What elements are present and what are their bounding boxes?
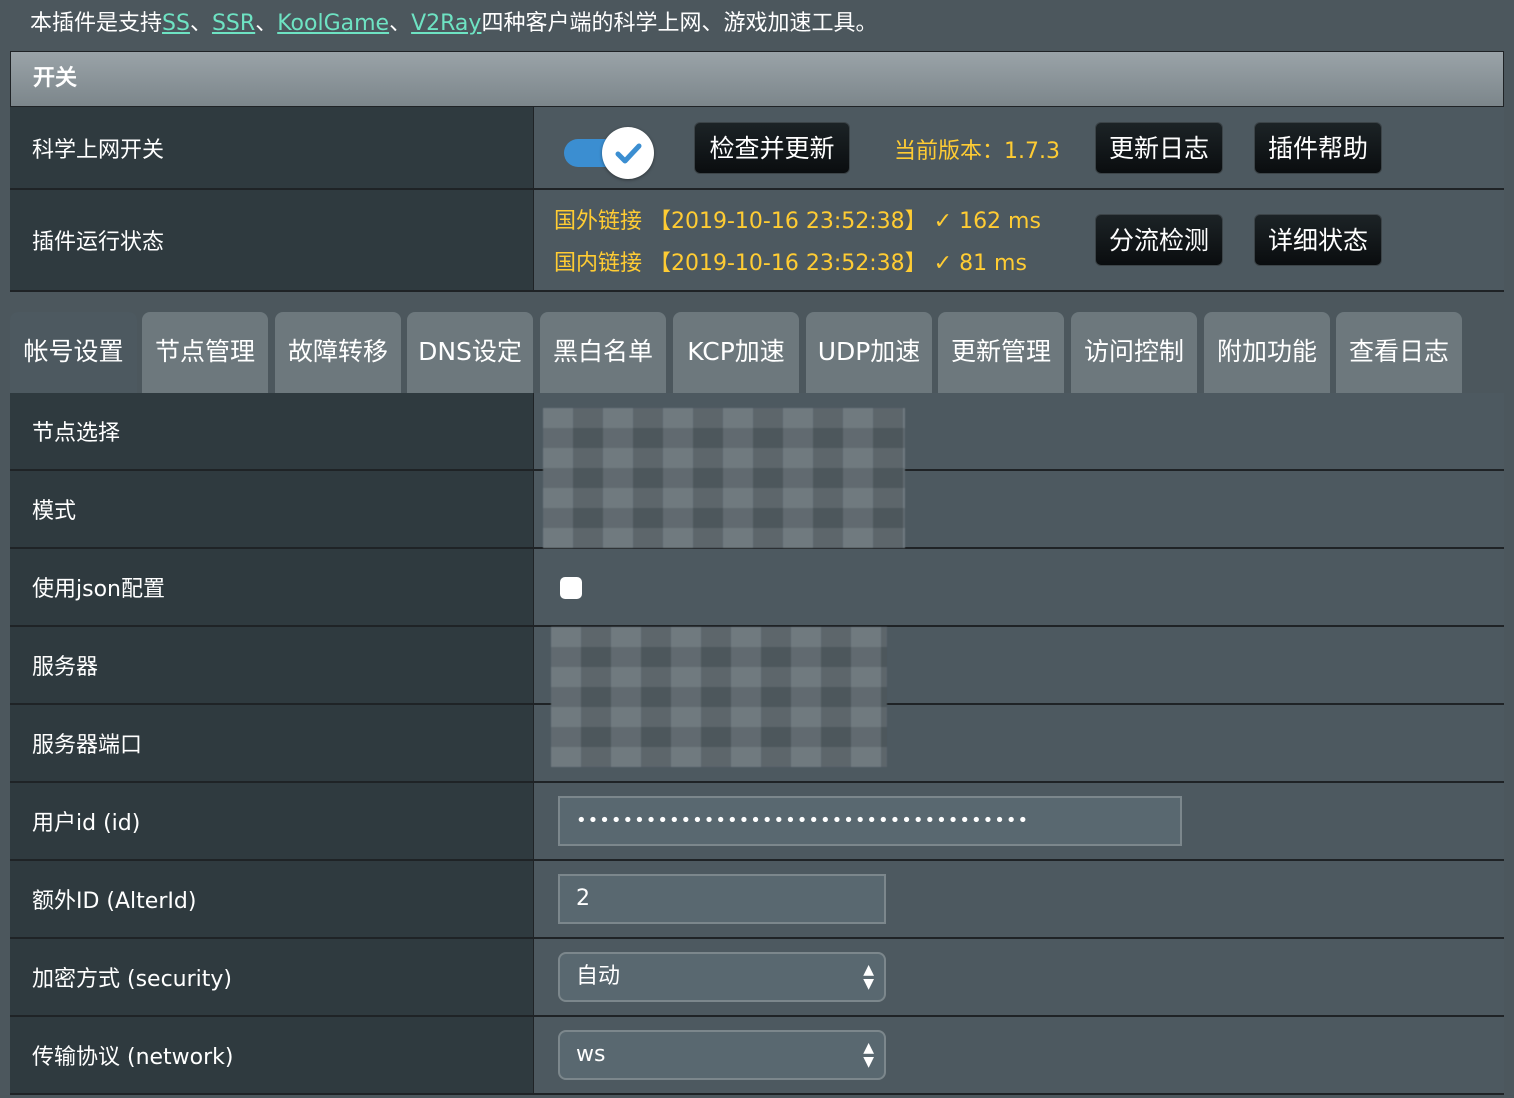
alter-id-value: 2 [534,861,1504,937]
use-json-checkbox[interactable] [560,577,582,599]
use-json-row: 使用json配置 [10,549,1504,627]
select-arrows-icon: ▲ ▼ [863,962,874,992]
network-selected: ws [576,1042,606,1067]
foreign-status: 国外链接 【2019-10-16 23:52:38】 ✓ 162 ms [554,209,1041,234]
tab-access-control[interactable]: 访问控制 [1071,312,1197,393]
intro-text: 本插件是支持SS、SSR、KoolGame、V2Ray四种客户端的科学上网、游戏… [30,11,878,36]
tab-dns-settings[interactable]: DNS设定 [407,312,533,393]
help-button[interactable]: 插件帮助 [1254,122,1382,174]
switch-row-value: 检查并更新 当前版本：1.7.3 更新日志 插件帮助 [534,107,1504,188]
tab-failover[interactable]: 故障转移 [275,312,401,393]
tab-extra-features[interactable]: 附加功能 [1204,312,1330,393]
alter-id-input[interactable]: 2 [558,874,886,924]
tab-update-management[interactable]: 更新管理 [938,312,1064,393]
domestic-status: 国内链接 【2019-10-16 23:52:38】 ✓ 81 ms [554,251,1027,276]
user-id-value: ••••••••••••••••••••••••••••••••••••••• [534,783,1504,859]
security-select[interactable]: 自动 ▲ ▼ [558,952,886,1002]
node-select-label: 节点选择 [10,393,534,469]
version-text: 当前版本：1.7.3 [894,139,1060,164]
tab-bar: 帐号设置 节点管理 故障转移 DNS设定 黑白名单 KCP加速 UDP加速 更新… [10,312,1504,393]
split-check-button[interactable]: 分流检测 [1095,214,1223,266]
tab-view-log[interactable]: 查看日志 [1336,312,1462,393]
tab-udp-accel[interactable]: UDP加速 [806,312,932,393]
use-json-value [534,549,1504,625]
detail-status-button[interactable]: 详细状态 [1254,214,1382,266]
link-ssr[interactable]: SSR [212,11,255,36]
link-v2ray[interactable]: V2Ray [411,11,481,36]
link-koolgame[interactable]: KoolGame [277,11,389,36]
switch-row-label: 科学上网开关 [10,107,534,188]
network-select[interactable]: ws ▲ ▼ [558,1030,886,1080]
tab-kcp-accel[interactable]: KCP加速 [673,312,799,393]
security-label: 加密方式 (security) [10,939,534,1015]
use-json-label: 使用json配置 [10,549,534,625]
alter-id-label: 额外ID (AlterId) [10,861,534,937]
server-label: 服务器 [10,627,534,703]
status-row-value: 国外链接 【2019-10-16 23:52:38】 ✓ 162 ms 国内链接… [534,190,1504,290]
obscured-server-area [551,627,887,767]
network-row: 传输协议 (network) ws ▲ ▼ [10,1017,1504,1095]
mode-label: 模式 [10,471,534,547]
network-value: ws ▲ ▼ [534,1017,1504,1093]
tab-node-management[interactable]: 节点管理 [142,312,268,393]
tab-black-white-list[interactable]: 黑白名单 [540,312,666,393]
select-arrows-icon: ▲ ▼ [863,1040,874,1070]
check-update-button[interactable]: 检查并更新 [694,122,850,174]
user-id-input[interactable]: ••••••••••••••••••••••••••••••••••••••• [558,796,1182,846]
security-value: 自动 ▲ ▼ [534,939,1504,1015]
user-id-label: 用户id (id) [10,783,534,859]
tab-account-settings[interactable]: 帐号设置 [10,312,137,393]
switch-row: 科学上网开关 检查并更新 当前版本：1.7.3 更新日志 插件帮助 [10,107,1504,190]
changelog-button[interactable]: 更新日志 [1095,122,1223,174]
obscured-node-mode-area [543,408,905,548]
switch-panel-title: 开关 [10,51,1504,107]
alter-id-row: 额外ID (AlterId) 2 [10,861,1504,939]
security-row: 加密方式 (security) 自动 ▲ ▼ [10,939,1504,1017]
main-switch-toggle[interactable] [564,127,656,179]
toggle-knob [602,127,654,179]
status-row-label: 插件运行状态 [10,190,534,290]
network-label: 传输协议 (network) [10,1017,534,1093]
link-ss[interactable]: SS [162,11,190,36]
check-icon [615,143,642,164]
user-id-row: 用户id (id) ••••••••••••••••••••••••••••••… [10,783,1504,861]
server-port-label: 服务器端口 [10,705,534,781]
security-selected: 自动 [576,964,621,989]
status-row: 插件运行状态 国外链接 【2019-10-16 23:52:38】 ✓ 162 … [10,190,1504,292]
